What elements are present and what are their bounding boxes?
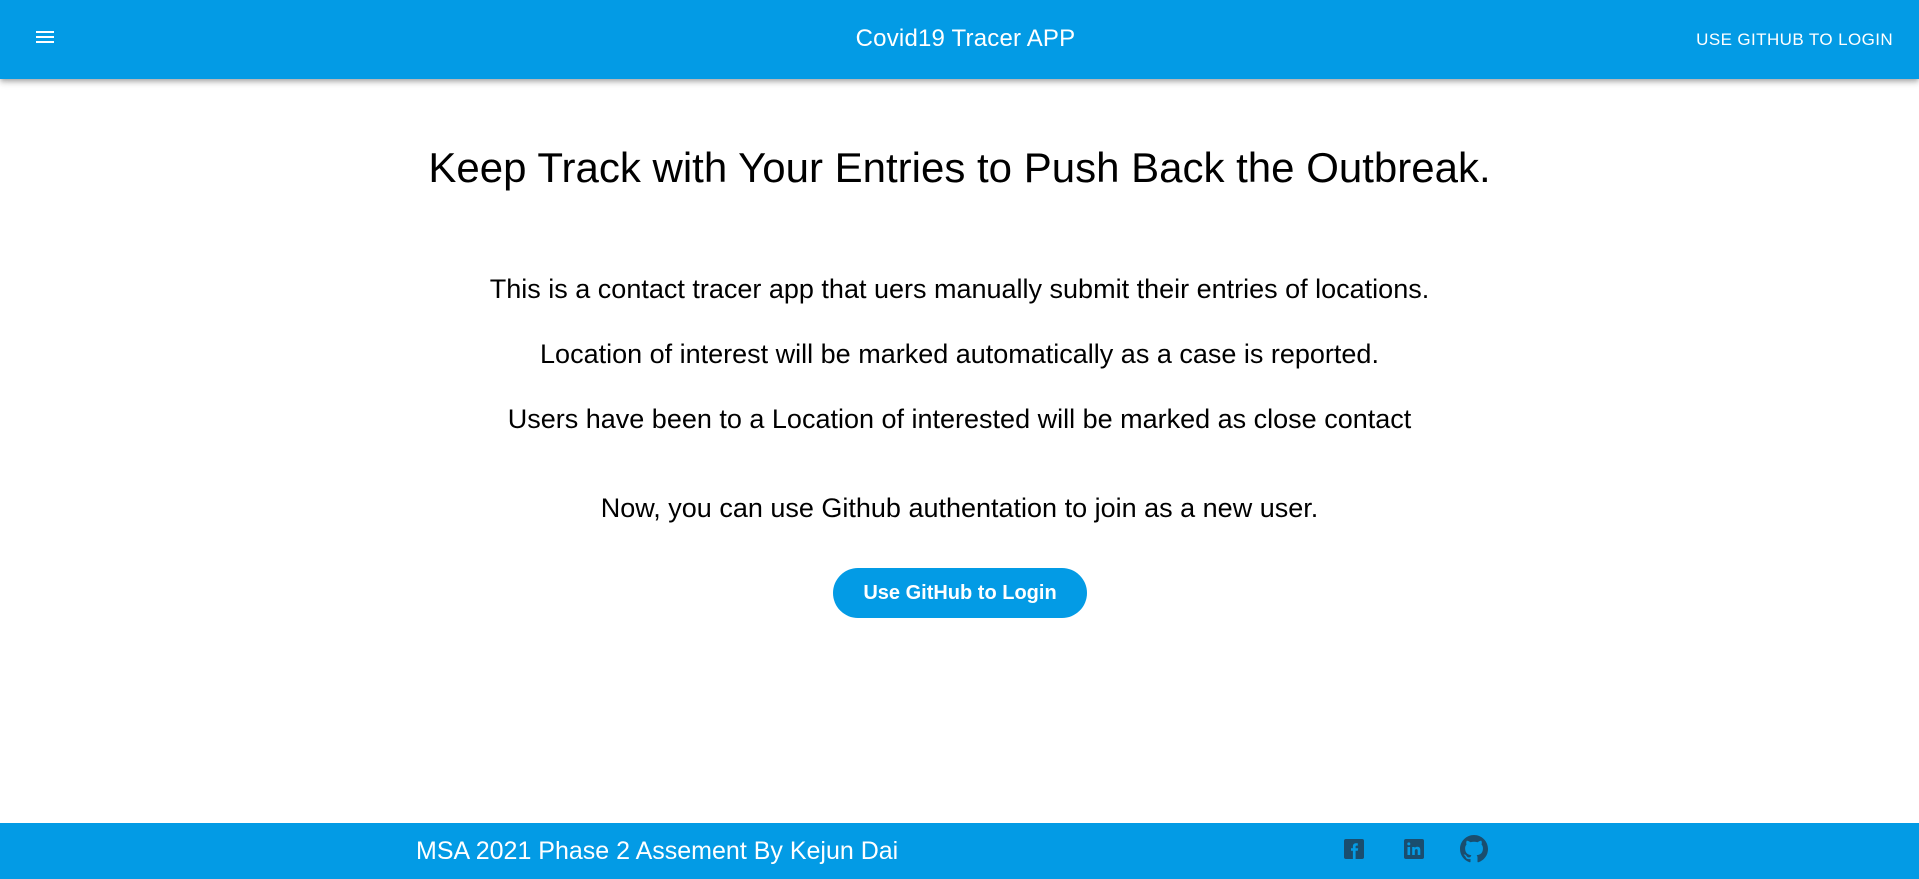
app-bar: Covid19 Tracer APP USE GITHUB TO LOGIN (0, 0, 1919, 79)
github-login-button[interactable]: Use GitHub to Login (833, 568, 1087, 618)
description-paragraph: Location of interest will be marked auto… (540, 339, 1379, 369)
github-icon (1460, 834, 1488, 868)
description-paragraph: Users have been to a Location of interes… (507, 404, 1412, 434)
github-link[interactable] (1458, 834, 1490, 868)
header-login-button[interactable]: USE GITHUB TO LOGIN (1688, 22, 1901, 58)
linkedin-link[interactable] (1398, 835, 1430, 867)
footer: MSA 2021 Phase 2 Assement By Kejun Dai (0, 823, 1919, 879)
linkedin-icon (1402, 837, 1426, 866)
facebook-icon (1342, 837, 1366, 866)
footer-credit: MSA 2021 Phase 2 Assement By Kejun Dai (416, 837, 899, 865)
page-heading: Keep Track with Your Entries to Push Bac… (428, 144, 1491, 191)
app-title: Covid19 Tracer APP (855, 25, 1076, 52)
join-prompt: Now, you can use Github authentation to … (600, 493, 1319, 523)
facebook-link[interactable] (1338, 835, 1370, 867)
description-paragraph: This is a contact tracer app that uers m… (489, 274, 1430, 304)
